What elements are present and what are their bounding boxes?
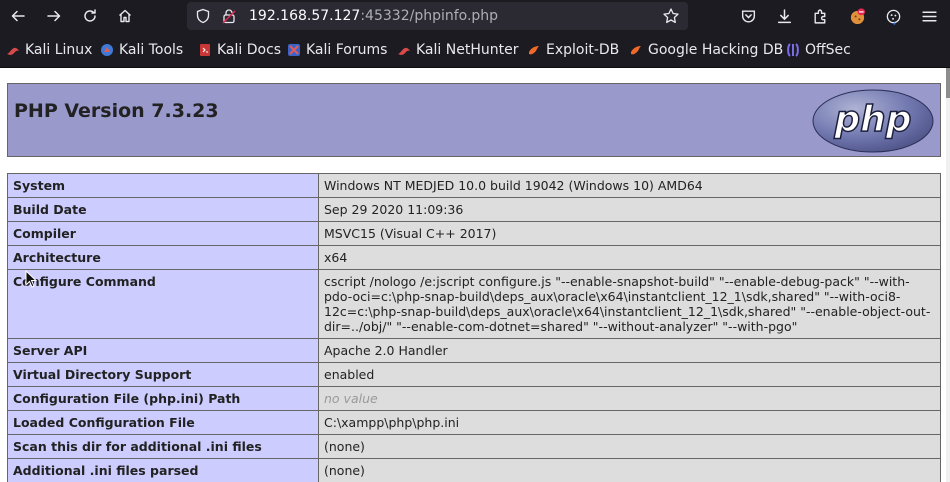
reload-button[interactable] xyxy=(78,4,102,28)
kali-dragon-icon xyxy=(7,47,19,55)
reload-icon xyxy=(84,9,96,22)
url-text[interactable]: 192.168.57.127:45332/phpinfo.php xyxy=(249,7,498,25)
directive-value: enabled xyxy=(318,362,941,387)
directive-name: System xyxy=(7,173,319,198)
url-host: 192.168.57.127 xyxy=(249,8,361,24)
table-row: Additional .ini files parsed (none) xyxy=(7,458,941,482)
download-icon xyxy=(777,8,791,23)
arrow-left-icon xyxy=(11,10,25,22)
arrow-right-icon xyxy=(47,10,61,22)
directive-value: (none) xyxy=(318,434,941,459)
table-row: Scan this dir for additional .ini files(… xyxy=(7,434,941,459)
kali-nethunter-icon xyxy=(398,47,410,55)
puzzle-piece-icon xyxy=(813,9,825,24)
bookmark-kali-tools[interactable]: Kali Tools xyxy=(100,41,183,59)
bookmark-google-hacking-db[interactable]: Google Hacking DB xyxy=(629,41,783,59)
directive-value: C:\xampp\php\php.ini xyxy=(318,410,941,435)
forward-button[interactable] xyxy=(42,4,66,28)
tracking-protection-shield-icon[interactable] xyxy=(195,8,211,24)
phpinfo-table: System Windows NT MEDJED 10.0 build 19042… xyxy=(7,173,941,482)
php-logo-text: php xyxy=(833,99,911,140)
back-button[interactable] xyxy=(6,4,30,28)
directive-name: Configuration File (php.ini) Path xyxy=(7,386,319,411)
directive-name: Server API xyxy=(7,338,319,363)
directive-value: Apache 2.0 Handler xyxy=(318,338,941,363)
kali-forums-icon xyxy=(288,44,300,56)
bookmark-label: OffSec xyxy=(805,42,851,58)
address-bar[interactable]: 192.168.57.127:45332/phpinfo.php xyxy=(187,2,688,30)
profile-extension-button[interactable] xyxy=(881,4,905,28)
offsec-icon xyxy=(787,43,799,57)
bookmark-label: Kali Docs xyxy=(217,42,282,58)
page-content: PHP Version 7.3.23 php System Windows NT … xyxy=(0,68,950,482)
kali-tools-icon xyxy=(101,44,113,56)
bookmark-star-icon[interactable] xyxy=(662,7,680,25)
kali-docs-icon xyxy=(200,44,210,56)
pocket-button[interactable] xyxy=(736,4,760,28)
directive-name: Additional .ini files parsed xyxy=(7,458,319,482)
extensions-button[interactable] xyxy=(808,4,832,28)
scrollbar-thumb[interactable] xyxy=(946,68,950,98)
bookmark-label: Exploit-DB xyxy=(546,42,620,58)
directive-value: Windows NT MEDJED 10.0 build 19042 (Wind… xyxy=(318,173,941,198)
bookmarks-toolbar: Kali Linux Kali Tools Kali Docs Kali For… xyxy=(0,32,950,68)
page-title: PHP Version 7.3.23 xyxy=(14,100,219,122)
app-menu-button[interactable] xyxy=(917,4,941,28)
bookmark-offsec[interactable]: OffSec xyxy=(786,41,851,59)
bookmark-label: Kali Forums xyxy=(306,42,388,58)
bookmark-label: Kali Tools xyxy=(119,42,184,58)
directive-name: Architecture xyxy=(7,245,319,270)
directive-value: Sep 29 2020 11:09:36 xyxy=(318,197,941,222)
table-row: Architecture x64 xyxy=(7,245,941,270)
bookmark-kali-nethunter[interactable]: Kali NetHunter xyxy=(397,41,518,59)
bookmark-kali-docs[interactable]: Kali Docs xyxy=(198,41,281,59)
insecure-lock-icon[interactable] xyxy=(221,8,237,24)
bookmark-label: Kali Linux xyxy=(25,42,93,58)
downloads-button[interactable] xyxy=(772,4,796,28)
table-row: System Windows NT MEDJED 10.0 build 19042… xyxy=(7,173,941,198)
directive-value: cscript /nologo /e:jscript configure.js … xyxy=(318,269,941,339)
bookmark-label: Kali NetHunter xyxy=(416,42,519,58)
directive-value: no value xyxy=(318,386,941,411)
directive-value: x64 xyxy=(318,245,941,270)
exploit-db-icon xyxy=(529,46,539,55)
home-button[interactable] xyxy=(113,4,137,28)
bookmark-label: Google Hacking DB xyxy=(648,42,784,58)
url-path: :45332/phpinfo.php xyxy=(360,8,499,24)
directive-name: Virtual Directory Support xyxy=(7,362,319,387)
directive-value: MSVC15 (Visual C++ 2017) xyxy=(318,221,941,246)
pocket-icon xyxy=(741,9,755,22)
cookie-extension-button[interactable] xyxy=(845,4,869,28)
scrollbar-track[interactable] xyxy=(946,68,950,482)
directive-name: Compiler xyxy=(7,221,319,246)
hamburger-menu-icon xyxy=(921,11,937,21)
directive-name: Build Date xyxy=(7,197,319,222)
directive-name: Scan this dir for additional .ini files xyxy=(7,434,319,459)
table-row: Build Date Sep 29 2020 11:09:36 xyxy=(7,197,941,222)
table-row: Configuration File (php.ini) Path no valu… xyxy=(7,386,941,411)
cookie-monster-icon xyxy=(850,7,865,24)
table-row: Loaded Configuration File C:\xampp\php\ph… xyxy=(7,410,941,435)
phpinfo-header: PHP Version 7.3.23 php xyxy=(7,83,941,157)
directive-name: Loaded Configuration File xyxy=(7,410,319,435)
table-row: Virtual Directory Support enabled xyxy=(7,362,941,387)
bookmark-kali-linux[interactable]: Kali Linux xyxy=(6,41,92,59)
mouse-cursor-icon xyxy=(25,270,37,288)
home-icon xyxy=(119,9,131,23)
directive-name: Configure Command xyxy=(7,269,319,339)
ghdb-icon xyxy=(631,46,641,55)
table-row: Configure Command cscript /nologo /e:jscr… xyxy=(7,269,941,339)
browser-toolbar: 192.168.57.127:45332/phpinfo.php xyxy=(0,0,950,32)
bookmark-kali-forums[interactable]: Kali Forums xyxy=(287,41,387,59)
php-logo[interactable]: php xyxy=(812,89,934,153)
cookie-icon xyxy=(886,9,900,25)
table-row: Compiler MSVC15 (Visual C++ 2017) xyxy=(7,221,941,246)
bookmark-exploit-db[interactable]: Exploit-DB xyxy=(527,41,619,59)
table-row: Server API Apache 2.0 Handler xyxy=(7,338,941,363)
directive-value: (none) xyxy=(318,458,941,482)
